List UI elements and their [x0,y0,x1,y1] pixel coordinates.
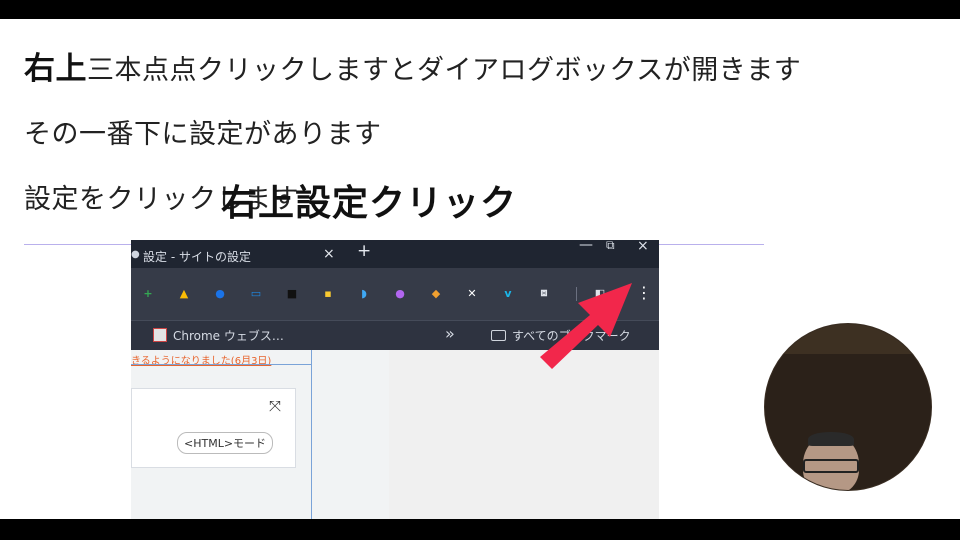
drive-icon[interactable]: ▲ [176,285,192,301]
caption-line-1-text: 三本点点クリックしますとダイアログボックスが開きます [87,55,802,86]
page-divider [131,364,311,365]
chrome-menu-icon[interactable]: ⋮ [636,283,652,303]
tab-title: 設定 - サイトの設定 [143,250,251,264]
pointer-arrow-icon [540,283,632,369]
caption-emphasis: 右上 [24,51,87,87]
slide: 右上三本点点クリックしますとダイアログボックスが開きます その一番下に設定があり… [0,19,960,519]
editor-panel: ⤧ <HTML>モード [131,388,296,468]
window-close-icon[interactable]: × [637,240,649,254]
menu-panel-area [389,350,659,519]
page-vertical-divider [311,350,312,519]
dark-square-icon[interactable]: ■ [284,285,300,301]
vimeo-icon[interactable]: v [500,285,516,301]
globe-icon[interactable]: ● [212,285,228,301]
webcam-background [765,324,931,354]
medal-icon[interactable]: ◆ [428,285,444,301]
html-mode-button[interactable]: <HTML>モード [177,432,274,454]
caption-line-2: その一番下に設定があります [24,119,382,150]
bookmarks-overflow-icon[interactable]: » [445,324,455,343]
expand-icon[interactable]: ⤧ [269,397,281,415]
tab-bar: ● 設定 - サイトの設定 × + — ⧉ × [131,240,659,268]
tab-close-icon[interactable]: × [323,246,335,262]
tab-settings[interactable]: ● 設定 - サイトの設定 × [131,243,341,268]
bookmark-label: Chrome ウェブス… [173,329,284,343]
web-store-icon [153,328,167,342]
page-content: きるようになりました(6月3日) ⤧ <HTML>モード [131,350,659,519]
presenter-glasses [803,459,859,473]
plus-circle-icon[interactable]: + [140,285,156,301]
settings-tab-icon: ● [131,249,140,260]
purple-sphere-icon[interactable]: ● [392,285,408,301]
yellow-note-icon[interactable]: ▪ [320,285,336,301]
restore-icon[interactable]: ⧉ [606,240,615,253]
cast-icon[interactable]: ▭ [248,285,264,301]
callout-text: 右上設定クリック [221,183,518,224]
x-icon[interactable]: ✕ [464,285,480,301]
presenter-hair [808,432,854,446]
bookmark-chrome-web-store[interactable]: Chrome ウェブス… [153,327,284,344]
caption-line-1: 右上三本点点クリックしますとダイアログボックスが開きます [24,43,801,88]
new-tab-button[interactable]: + [357,241,371,261]
folder-icon [491,330,506,341]
minimize-icon[interactable]: — [579,240,593,253]
webcam-overlay [764,323,932,491]
shield-icon[interactable]: ◗ [356,285,372,301]
